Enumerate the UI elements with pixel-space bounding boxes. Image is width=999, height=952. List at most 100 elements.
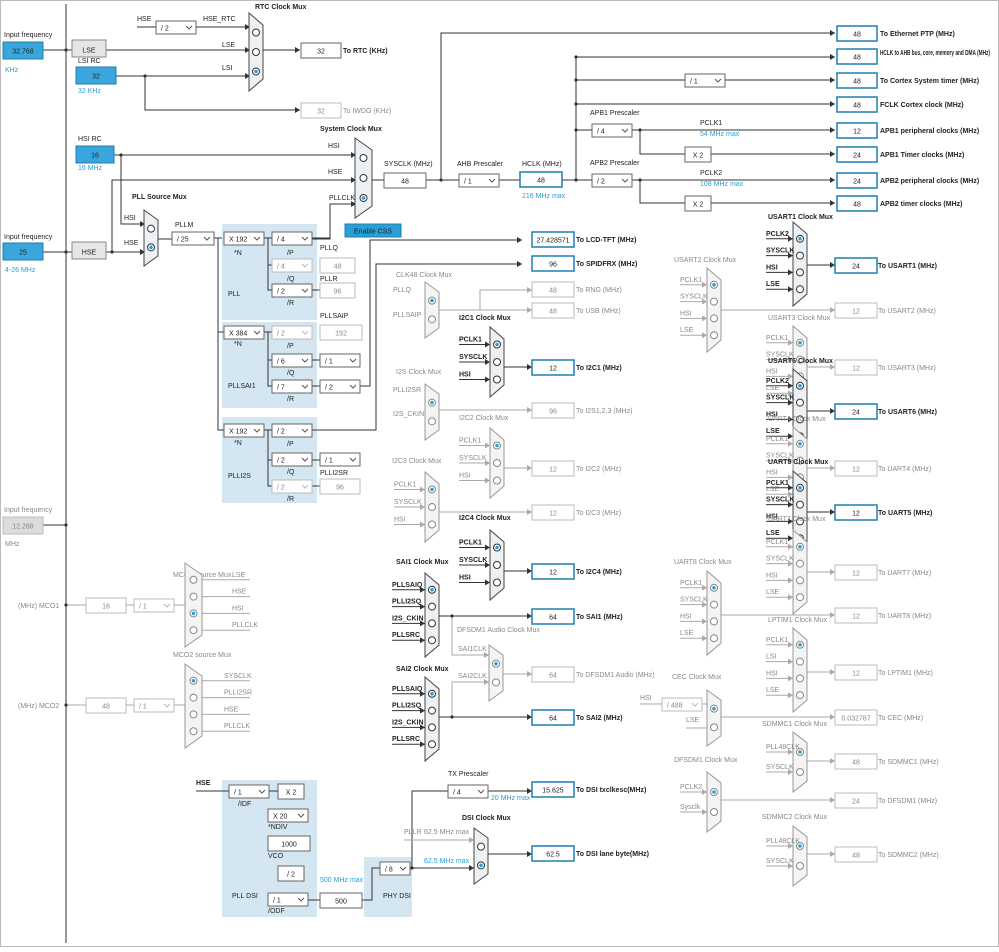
mco2-input-1: SYSCLK bbox=[224, 673, 252, 680]
cec-clock-mux[interactable] bbox=[706, 689, 722, 747]
mux-input-radio[interactable] bbox=[428, 706, 436, 715]
mux-selected-dot bbox=[361, 196, 366, 200]
output-value-5-text: 24 bbox=[853, 153, 861, 160]
mux-input-radio[interactable] bbox=[189, 710, 198, 719]
dfsdm1-audio-label: To DFSDM1 Audio (MHz) bbox=[576, 672, 655, 679]
mco1-source-mux[interactable] bbox=[184, 562, 203, 648]
mux-input-radio[interactable] bbox=[252, 48, 260, 56]
uart4-input-1: PCLK1 bbox=[766, 436, 788, 443]
mux-input-radio[interactable] bbox=[796, 593, 804, 602]
uart8-input-1: PCLK1 bbox=[680, 580, 702, 587]
mux-input-radio[interactable] bbox=[710, 617, 718, 626]
lptim1-clock-mux[interactable] bbox=[792, 626, 808, 714]
plli2s-r-divider-value: / 2 bbox=[277, 485, 285, 492]
mux-input-radio[interactable] bbox=[428, 636, 436, 645]
pll-source-mux[interactable] bbox=[143, 209, 159, 267]
lptim1-output-text: 12 bbox=[852, 671, 860, 678]
mux-input-radio[interactable] bbox=[428, 602, 436, 611]
mux-input-radio[interactable] bbox=[189, 575, 198, 584]
usart2-clock-mux[interactable] bbox=[706, 266, 722, 354]
mux-input-radio[interactable] bbox=[796, 500, 804, 509]
sai1-clock-mux[interactable] bbox=[424, 571, 440, 659]
mux-input-radio[interactable] bbox=[710, 600, 718, 609]
mux-input-radio[interactable] bbox=[428, 520, 436, 529]
mux-input-radio[interactable] bbox=[359, 154, 368, 162]
enable-css-button-label: Enable CSS bbox=[354, 229, 392, 236]
mux-selected-dot bbox=[430, 487, 434, 492]
clk48-mux-title: CLK48 Clock Mux bbox=[396, 272, 453, 279]
mux-input-radio[interactable] bbox=[428, 723, 436, 732]
mux-selected-dot bbox=[430, 692, 434, 696]
mux-input-radio[interactable] bbox=[493, 561, 501, 569]
plldsi-x2-text: X 2 bbox=[286, 790, 297, 797]
mux-input-radio[interactable] bbox=[428, 619, 436, 628]
mux-input-radio[interactable] bbox=[428, 503, 436, 511]
mux-input-radio[interactable] bbox=[710, 634, 718, 643]
mux-input-radio[interactable] bbox=[189, 727, 198, 736]
mux-input-radio[interactable] bbox=[796, 285, 804, 294]
sdmmc1-clock-mux[interactable] bbox=[792, 730, 808, 794]
sai2-clock-mux[interactable] bbox=[424, 675, 440, 763]
mux-input-radio[interactable] bbox=[359, 174, 368, 182]
mux-input-radio[interactable] bbox=[493, 578, 501, 587]
dsi-clock-mux[interactable] bbox=[473, 827, 489, 885]
pll-q-divider-value: / 4 bbox=[277, 264, 285, 271]
mux-input-radio[interactable] bbox=[710, 808, 718, 816]
mux-input-radio[interactable] bbox=[710, 297, 718, 306]
i2s-clock-mux[interactable] bbox=[424, 383, 440, 441]
uart7-clock-mux[interactable] bbox=[792, 528, 808, 616]
sdmmc2-clock-mux[interactable] bbox=[792, 824, 808, 888]
dfsdm1-clock-mux[interactable] bbox=[706, 770, 722, 834]
mux-input-radio[interactable] bbox=[796, 576, 804, 585]
mux-input-radio[interactable] bbox=[428, 417, 436, 426]
hse-input-label: Input frequency bbox=[4, 234, 53, 241]
clk48-clock-mux[interactable] bbox=[424, 281, 440, 339]
ahb-prescaler-value: / 1 bbox=[464, 179, 472, 186]
mux-input-radio[interactable] bbox=[492, 678, 500, 687]
uart8-clock-mux[interactable] bbox=[706, 569, 722, 657]
sdmmc1-output-label: To SDMMC1 (MHz) bbox=[878, 759, 939, 766]
dsi-lane-label: To DSI lane byte(MHz) bbox=[576, 851, 649, 858]
mux-input-radio[interactable] bbox=[796, 691, 804, 700]
mux-input-radio[interactable] bbox=[252, 28, 260, 37]
i2c3-output-text: 12 bbox=[549, 511, 557, 518]
junction-dot bbox=[143, 74, 147, 78]
dfsdm1-audio-clock-mux[interactable] bbox=[488, 644, 504, 702]
plldsi-ndiv-label: *NDIV bbox=[268, 824, 288, 831]
mux-input-radio[interactable] bbox=[189, 592, 198, 601]
mux-input-radio[interactable] bbox=[710, 331, 718, 340]
mux-input-radio[interactable] bbox=[796, 251, 804, 260]
mux-input-radio[interactable] bbox=[796, 657, 804, 666]
mux-input-radio[interactable] bbox=[147, 224, 155, 233]
mux-input-radio[interactable] bbox=[796, 559, 804, 568]
mux-input-radio[interactable] bbox=[493, 358, 501, 366]
mux-input-radio[interactable] bbox=[710, 723, 718, 732]
junction-dot bbox=[110, 250, 114, 254]
mux-input-radio[interactable] bbox=[493, 459, 501, 467]
mux-input-radio[interactable] bbox=[796, 768, 804, 776]
mux-input-radio[interactable] bbox=[710, 314, 718, 323]
mux-input-radio[interactable] bbox=[796, 398, 804, 407]
pll-source-mux-title: PLL Source Mux bbox=[132, 194, 187, 201]
usart1-clock-mux[interactable] bbox=[792, 220, 808, 308]
mco2-source-mux[interactable] bbox=[184, 663, 203, 749]
mux-input-radio[interactable] bbox=[796, 862, 804, 870]
usart2-mux-title: USART2 Clock Mux bbox=[674, 257, 737, 264]
uart4-input-3: HSI bbox=[766, 469, 778, 476]
system-clock-mux-title: System Clock Mux bbox=[320, 126, 382, 133]
mux-input-radio[interactable] bbox=[428, 315, 436, 324]
sai1-output-label: To SAI1 (MHz) bbox=[576, 614, 623, 621]
mux-input-radio[interactable] bbox=[493, 476, 501, 485]
dfsdm1a-in1: SAI1CLK bbox=[458, 646, 487, 653]
hsi-unit: 16 MHz bbox=[78, 165, 103, 172]
mux-input-radio[interactable] bbox=[493, 375, 501, 384]
uart8-input-4: LSE bbox=[680, 630, 694, 637]
mux-input-radio[interactable] bbox=[796, 268, 804, 277]
mux-input-radio[interactable] bbox=[428, 740, 436, 749]
cec-divider-value: / 488 bbox=[667, 703, 683, 710]
mux-input-radio[interactable] bbox=[796, 674, 804, 683]
sdmmc1-output-text: 48 bbox=[852, 760, 860, 767]
mux-input-radio[interactable] bbox=[189, 626, 198, 635]
mux-input-radio[interactable] bbox=[477, 842, 485, 851]
mux-input-radio[interactable] bbox=[189, 693, 198, 702]
